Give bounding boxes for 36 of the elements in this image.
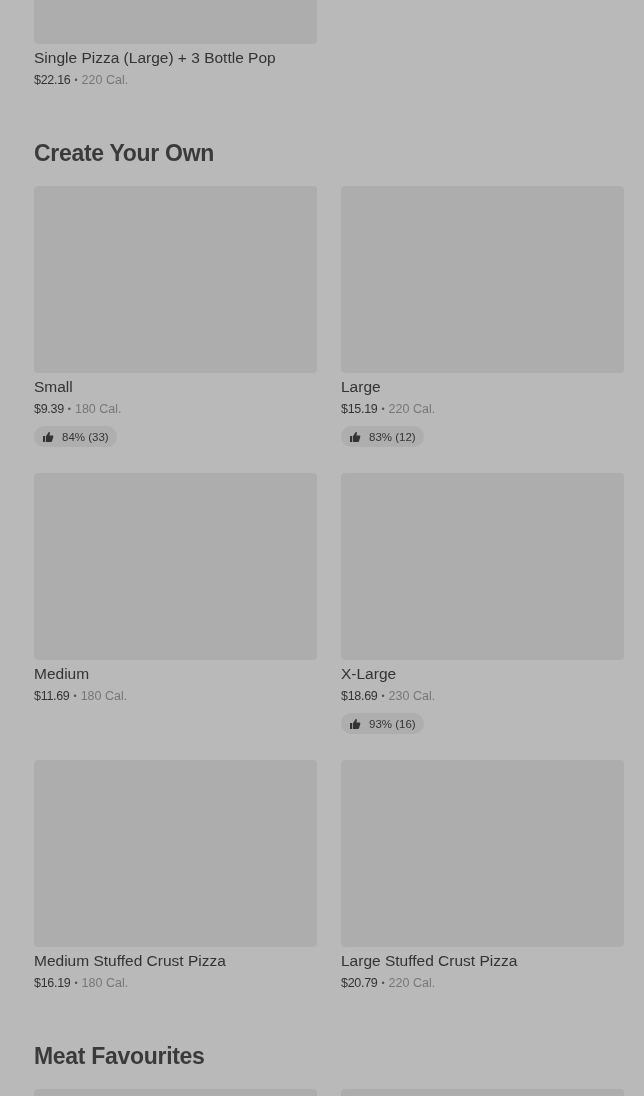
price: $20.79: [341, 975, 378, 992]
dish-name: Medium: [34, 664, 90, 684]
thumbs-up-icon: [349, 717, 361, 730]
separator-dot: •: [74, 977, 78, 990]
separator-dot: •: [74, 74, 78, 87]
dish-name: Single Pizza (Large) + 3 Bottle Pop: [34, 48, 276, 68]
price: $15.19: [341, 401, 378, 418]
rating-pill: 83% (12): [341, 426, 424, 447]
calories: 220 Cal.: [388, 975, 436, 992]
rating-pill: 84% (33): [34, 426, 117, 447]
dish-name: X-Large: [341, 664, 397, 684]
rating-pill: 93% (16): [341, 713, 424, 734]
separator-dot: •: [67, 403, 71, 416]
dish-name: Large: [341, 377, 381, 397]
calories: 180 Cal.: [80, 688, 128, 705]
price: $18.69: [341, 688, 378, 705]
thumbs-up-icon: [349, 430, 361, 443]
section-heading: Meat Favourites: [34, 1042, 206, 1071]
calories: 220 Cal.: [388, 401, 436, 418]
calories: 180 Cal.: [74, 401, 122, 418]
separator-dot: •: [73, 690, 77, 703]
calories: 220 Cal.: [81, 72, 129, 89]
calories: 230 Cal.: [388, 688, 436, 705]
price: $16.19: [34, 975, 71, 992]
calories: 180 Cal.: [81, 975, 129, 992]
price: $22.16: [34, 72, 71, 89]
dish-name: Large Stuffed Crust Pizza: [341, 951, 518, 971]
separator-dot: •: [381, 403, 385, 416]
dish-name: Medium Stuffed Crust Pizza: [34, 951, 226, 971]
separator-dot: •: [381, 690, 385, 703]
separator-dot: •: [381, 977, 385, 990]
thumbs-up-icon: [42, 430, 54, 443]
price: $9.39: [34, 401, 64, 418]
price: $11.69: [34, 688, 70, 705]
section-heading: Create Your Own: [34, 139, 215, 168]
dish-name: Small: [34, 377, 73, 397]
